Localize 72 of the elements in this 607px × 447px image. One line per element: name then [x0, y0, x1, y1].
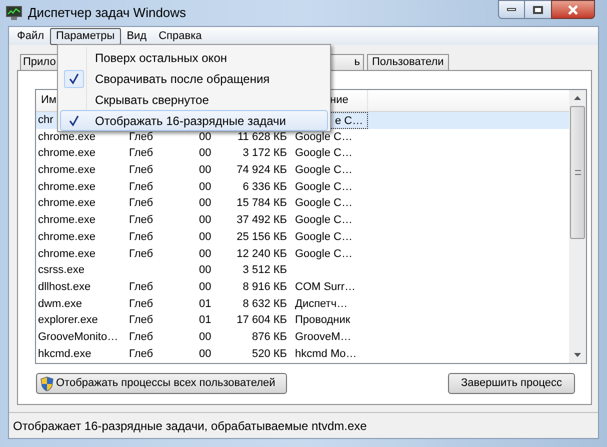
table-cell: chrome.exe — [38, 197, 96, 210]
table-cell: 00 — [199, 330, 212, 343]
table-cell: 8 632 КБ — [242, 298, 287, 310]
table-cell: 11 628 КБ — [237, 130, 287, 143]
table-cell: chrome.exe — [38, 230, 96, 243]
table-cell: 00 — [199, 348, 212, 360]
table-cell: Google C… — [295, 230, 352, 243]
table-cell: Глеб — [129, 180, 154, 193]
table-cell: 00 — [199, 214, 212, 226]
table-cell: 00 — [199, 180, 212, 193]
table-cell: 6 336 КБ — [242, 180, 287, 193]
table-cell: chrome.exe — [38, 180, 96, 193]
table-cell: 00 — [199, 130, 212, 143]
table-cell: COM Surr… — [295, 280, 356, 293]
table-cell: 00 — [199, 230, 212, 243]
table-cell: 00 — [199, 147, 212, 160]
table-cell: Google C… — [295, 214, 352, 226]
table-cell: Google C… — [295, 248, 352, 260]
table-cell: 00 — [199, 264, 212, 276]
table-cell: Глеб — [129, 197, 154, 210]
table-cell: 37 492 КБ — [236, 214, 287, 226]
table-cell: GrooveMonito… — [38, 330, 118, 343]
table-cell: Диспетч… — [295, 298, 348, 310]
table-cell: 3 512 КБ — [242, 264, 287, 276]
table-cell: chrome.exe — [38, 248, 96, 260]
table-cell: Глеб — [129, 214, 154, 226]
status-text: Отображает 16-разрядные задачи, обрабатываемые ntvdm.exe — [13, 418, 367, 434]
table-cell: Глеб — [129, 348, 154, 360]
table-cell: dwm.exe — [38, 298, 82, 310]
table-cell: 01 — [199, 298, 212, 310]
table-cell: Google C… — [295, 130, 352, 143]
table-cell: Проводник — [295, 314, 350, 326]
table-cell: chrome.exe — [38, 130, 96, 143]
table-cell: 00 — [199, 164, 212, 176]
table-cell: dllhost.exe — [38, 280, 91, 293]
table-cell: e C… — [335, 115, 364, 127]
table-cell: 00 — [199, 280, 212, 293]
table-cell: hkcmd.exe — [38, 348, 92, 360]
table-cell: Глеб — [129, 147, 154, 160]
table-cell: Глеб — [129, 130, 154, 143]
table-cell: 520 КБ — [252, 348, 287, 360]
table-cell: 8 916 КБ — [242, 280, 287, 293]
table-cell: 01 — [199, 314, 212, 326]
table-cell: chrome.exe — [38, 214, 96, 226]
table-cell: chrome.exe — [38, 147, 96, 160]
table-cell: Глеб — [129, 330, 154, 343]
table-cell: 876 КБ — [252, 330, 287, 343]
table-cell: chrome.exe — [38, 164, 96, 176]
table-cell: csrss.exe — [38, 264, 84, 276]
table-cell: 17 604 КБ — [236, 314, 287, 326]
table-cell: Глеб — [129, 314, 154, 326]
table-cell: 15 784 КБ — [236, 197, 287, 210]
table-cell: explorer.exe — [38, 314, 98, 326]
table-cell: Глеб — [129, 230, 154, 243]
table-cell: 00 — [199, 248, 212, 260]
window-title: Диспетчер задач Windows — [28, 4, 186, 22]
table-cell: Google C… — [295, 147, 352, 160]
table-cell: chr — [38, 114, 54, 126]
table-cell: 25 156 КБ — [236, 230, 287, 243]
table-cell: 74 924 КБ — [236, 164, 287, 176]
table-cell: Google C… — [295, 180, 352, 193]
table-cell: Глеб — [129, 280, 154, 293]
table-cell: Глеб — [129, 248, 154, 260]
table-cell: 3 172 КБ — [242, 147, 287, 160]
table-cell: 12 240 КБ — [236, 248, 287, 260]
table-cell: Глеб — [129, 298, 154, 310]
table-cell: hkcmd Mo… — [295, 348, 357, 360]
table-cell: 00 — [199, 197, 212, 210]
table-cell: Google C… — [295, 164, 352, 176]
table-cell: Google C… — [295, 197, 352, 210]
table-cell: GrooveM… — [295, 330, 352, 343]
table-cell: Глеб — [129, 164, 154, 176]
